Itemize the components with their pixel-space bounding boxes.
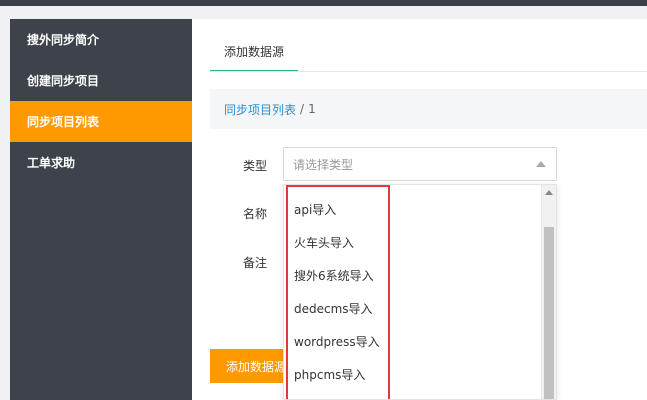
dropdown-option-souwai6[interactable]: 搜外6系统导入 bbox=[284, 259, 542, 292]
sidebar-item-ticket-help[interactable]: 工单求助 bbox=[10, 142, 192, 183]
sidebar: 搜外同步简介 创建同步项目 同步项目列表 工单求助 bbox=[10, 19, 192, 400]
sidebar-item-label: 工单求助 bbox=[27, 156, 76, 170]
breadcrumb-current: 1 bbox=[308, 102, 316, 116]
breadcrumb-link-project-list[interactable]: 同步项目列表 bbox=[224, 101, 296, 118]
dropdown-scrollbar[interactable] bbox=[541, 185, 556, 399]
sidebar-item-label: 搜外同步简介 bbox=[27, 33, 100, 47]
name-label: 名称 bbox=[243, 207, 268, 221]
dropdown-option-phpcms[interactable]: phpcms导入 bbox=[284, 358, 542, 391]
add-datasource-button-label: 添加数据源 bbox=[226, 359, 287, 374]
dropdown-list: api导入 火车头导入 搜外6系统导入 dedecms导入 wordpress导… bbox=[284, 193, 542, 391]
tab-divider bbox=[210, 71, 647, 72]
breadcrumb-separator: / bbox=[300, 102, 305, 116]
sidebar-item-label: 创建同步项目 bbox=[27, 74, 100, 88]
dropdown-option-locoy[interactable]: 火车头导入 bbox=[284, 226, 542, 259]
type-select[interactable]: 请选择类型 bbox=[283, 147, 557, 181]
tab-label: 添加数据源 bbox=[224, 45, 285, 59]
sidebar-item-project-list[interactable]: 同步项目列表 bbox=[10, 101, 192, 142]
breadcrumb: 同步项目列表 / 1 bbox=[210, 89, 647, 129]
type-label: 类型 bbox=[243, 159, 268, 173]
sidebar-item-create-project[interactable]: 创建同步项目 bbox=[10, 60, 192, 101]
scrollbar-thumb[interactable] bbox=[544, 227, 554, 399]
main-content: 添加数据源 同步项目列表 / 1 类型 名称 备注 请选择类型 添加数据源 ap… bbox=[192, 19, 647, 400]
top-bar bbox=[0, 0, 647, 6]
scroll-up-arrow-icon[interactable] bbox=[545, 190, 553, 195]
dropdown-option-wordpress[interactable]: wordpress导入 bbox=[284, 325, 542, 358]
sidebar-item-label: 同步项目列表 bbox=[27, 115, 100, 129]
dropdown-option-dedecms[interactable]: dedecms导入 bbox=[284, 292, 542, 325]
note-label: 备注 bbox=[243, 256, 268, 270]
add-datasource-button[interactable]: 添加数据源 bbox=[210, 349, 290, 383]
tab-add-datasource[interactable]: 添加数据源 bbox=[210, 33, 299, 72]
type-select-placeholder: 请选择类型 bbox=[293, 157, 354, 172]
dropdown-option-api[interactable]: api导入 bbox=[284, 193, 542, 226]
type-dropdown: api导入 火车头导入 搜外6系统导入 dedecms导入 wordpress导… bbox=[283, 184, 557, 400]
caret-up-icon bbox=[536, 161, 546, 167]
sidebar-item-intro[interactable]: 搜外同步简介 bbox=[10, 19, 192, 60]
